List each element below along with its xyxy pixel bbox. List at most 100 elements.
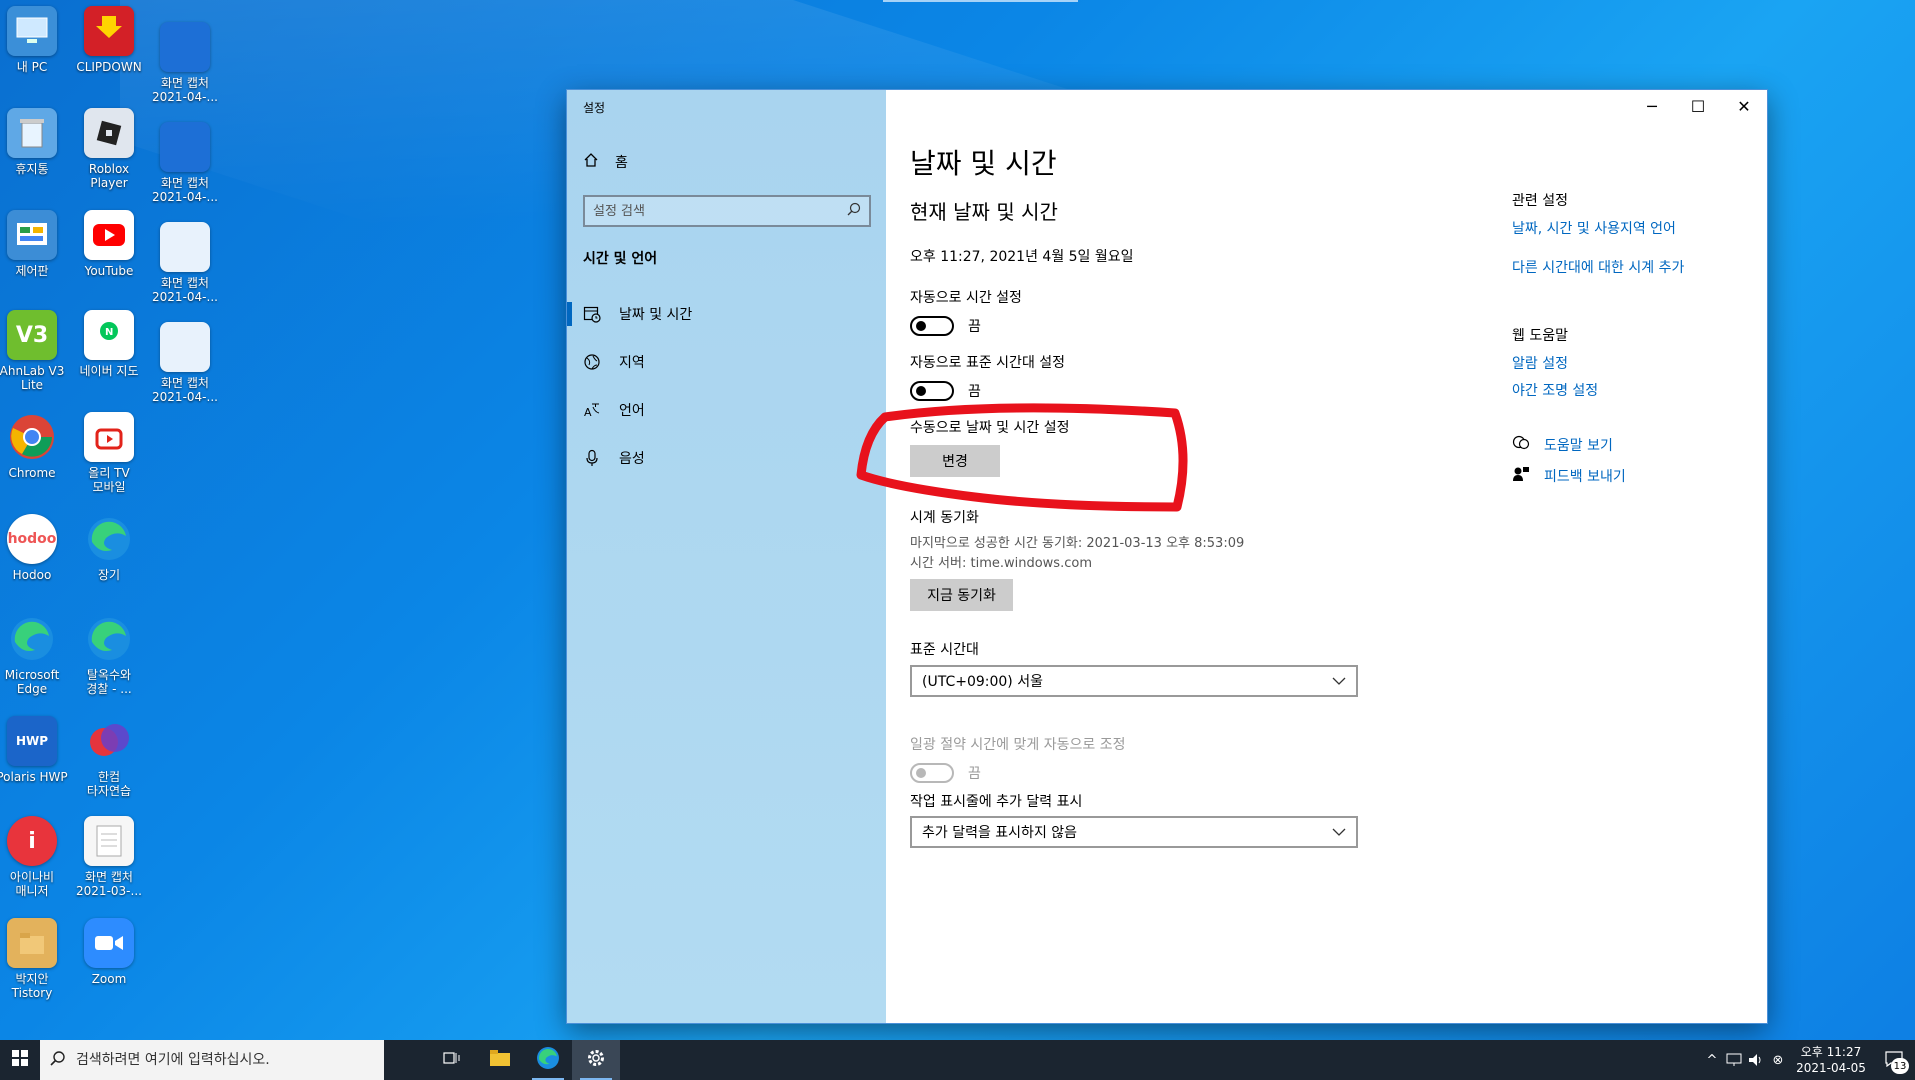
close-icon: ✕ — [1737, 96, 1751, 116]
nav-item-region[interactable]: 지역 — [567, 338, 886, 386]
additional-calendar-dropdown[interactable]: 추가 달력을 표시하지 않음 — [910, 816, 1358, 848]
desktop-icon-jailbreak[interactable]: 탈옥수와 경찰 - ... — [73, 614, 145, 710]
desktop-icon-hodoo[interactable]: hodoo Hodoo — [0, 514, 68, 610]
dst-label: 일광 절약 시간에 맞게 자동으로 조정 — [910, 737, 1126, 753]
notification-center-button[interactable]: 13 — [1873, 1040, 1915, 1080]
timezone-label: 표준 시간대 — [910, 642, 979, 658]
auto-timezone-label: 자동으로 표준 시간대 설정 — [910, 355, 1066, 371]
taskbar-search-input[interactable] — [76, 1052, 366, 1068]
desktop-icon-capture-5[interactable]: 화면 캡처 2021-03-... — [73, 816, 145, 912]
current-date-time-value: 오후 11:27, 2021년 4월 5일 월요일 — [910, 249, 1134, 265]
desktop-icon-polaris-hwp[interactable]: HWP Polaris HWP — [0, 716, 68, 812]
taskbar-search-box[interactable] — [40, 1040, 384, 1080]
nav-item-speech[interactable]: 음성 — [567, 434, 886, 482]
nav-item-date-time[interactable]: 날짜 및 시간 — [567, 290, 886, 338]
start-button[interactable] — [0, 1040, 40, 1080]
desktop-icon-recycle-bin[interactable]: 휴지통 — [0, 108, 68, 204]
desktop-icon-capture-1[interactable]: 화면 캡처 2021-04-... — [149, 22, 221, 118]
time-server-text: 시간 서버: time.windows.com — [910, 556, 1092, 571]
send-feedback-link[interactable]: 피드백 보내기 — [1512, 466, 1626, 486]
get-help-link[interactable]: 도움말 보기 — [1512, 435, 1613, 455]
auto-timezone-row: 끔 — [910, 381, 981, 401]
language-icon: A — [583, 401, 601, 419]
desktop-icon-zoom[interactable]: Zoom — [73, 918, 145, 1014]
blocked-icon[interactable]: ⊗ — [1767, 1053, 1789, 1068]
settings-search-box[interactable] — [583, 195, 871, 227]
icon-label: AhnLab V3 Lite — [0, 364, 65, 392]
taskbar-settings[interactable] — [572, 1040, 620, 1080]
chevron-up-icon[interactable]: ^ — [1701, 1053, 1723, 1068]
related-link-add-clocks[interactable]: 다른 시간대에 대한 시계 추가 — [1512, 257, 1684, 277]
desktop-icon-capture-3[interactable]: 화면 캡처 2021-04-... — [149, 222, 221, 318]
zoom-icon — [84, 918, 134, 968]
hwp-icon: HWP — [7, 716, 57, 766]
desktop-icon-youtube[interactable]: YouTube — [73, 210, 145, 306]
icon-label: CLIPDOWN — [76, 60, 142, 74]
desktop-icon-naver-map[interactable]: N 네이버 지도 — [73, 310, 145, 406]
nav-item-language[interactable]: A 언어 — [567, 386, 886, 434]
maximize-icon: ☐ — [1690, 96, 1706, 116]
help-link-night-light[interactable]: 야간 조명 설정 — [1512, 380, 1598, 400]
desktop-icon-edge[interactable]: Microsoft Edge — [0, 614, 68, 710]
desktop-icon-chrome[interactable]: Chrome — [0, 412, 68, 508]
recycle-bin-icon — [7, 108, 57, 158]
auto-time-row: 끔 — [910, 316, 981, 336]
help-link-alarm[interactable]: 알람 설정 — [1512, 353, 1568, 373]
desktop-icon-capture-2[interactable]: 화면 캡처 2021-04-... — [149, 122, 221, 218]
dst-row: 끔 — [910, 763, 981, 783]
auto-time-toggle[interactable] — [910, 316, 954, 336]
window-title: 설정 — [583, 101, 606, 115]
screenshot-file-icon — [160, 222, 210, 272]
network-icon[interactable] — [1723, 1053, 1745, 1067]
taskbar-file-explorer[interactable] — [476, 1040, 524, 1080]
desktop-icon-olleh-tv[interactable]: 올리 TV 모바일 — [73, 412, 145, 508]
search-icon — [847, 202, 861, 220]
task-view-button[interactable] — [428, 1040, 476, 1080]
sync-clock-label: 시계 동기화 — [910, 510, 979, 526]
maximize-button[interactable]: ☐ — [1675, 90, 1721, 122]
desktop-icon-roblox[interactable]: Roblox Player — [73, 108, 145, 204]
taskbar-edge[interactable] — [524, 1040, 572, 1080]
svg-text:A: A — [584, 406, 592, 419]
desktop-icon-clipdown[interactable]: CLIPDOWN — [73, 6, 145, 102]
volume-icon[interactable] — [1745, 1053, 1767, 1067]
desktop-icon-capture-4[interactable]: 화면 캡처 2021-04-... — [149, 322, 221, 418]
icon-label: Roblox Player — [88, 162, 130, 190]
settings-sidebar: 설정 홈 시간 및 언어 날짜 및 시간 — [567, 90, 886, 1023]
desktop-icon-tistory[interactable]: 박지안 Tistory — [0, 918, 68, 1014]
edge-icon — [7, 614, 57, 664]
edge-icon — [84, 514, 134, 564]
sync-now-button[interactable]: 지금 동기화 — [910, 579, 1013, 611]
clock-date: 2021-04-05 — [1796, 1061, 1866, 1075]
icon-label: Hodoo — [12, 568, 52, 582]
roblox-icon — [84, 108, 134, 158]
related-link-region-language[interactable]: 날짜, 시간 및 사용지역 언어 — [1512, 218, 1676, 238]
minimize-button[interactable]: ─ — [1629, 90, 1675, 122]
icon-label: 한컴 타자연습 — [86, 770, 132, 798]
toggle-state: 끔 — [968, 384, 981, 400]
desktop-icon-my-pc[interactable]: 내 PC — [0, 6, 68, 102]
desktop-icon-hancom-typing[interactable]: 한컴 타자연습 — [73, 716, 145, 812]
auto-timezone-toggle[interactable] — [910, 381, 954, 401]
nav-label: 언어 — [619, 403, 645, 419]
manual-time-label: 수동으로 날짜 및 시간 설정 — [910, 420, 1070, 436]
dst-toggle[interactable] — [910, 763, 954, 783]
change-button[interactable]: 변경 — [910, 445, 1000, 477]
timezone-dropdown[interactable]: (UTC+09:00) 서울 — [910, 665, 1358, 697]
last-sync-text: 마지막으로 성공한 시간 동기화: 2021-03-13 오후 8:53:09 — [910, 536, 1245, 551]
desktop-icon-control-panel[interactable]: 제어판 — [0, 210, 68, 306]
desktop-icon-janggi[interactable]: 장기 — [73, 514, 145, 610]
icon-label: Zoom — [91, 972, 127, 986]
desktop-icon-ahnlab[interactable]: V3 AhnLab V3 Lite — [0, 310, 68, 406]
icon-label: 올리 TV 모바일 — [88, 466, 130, 494]
settings-search-input[interactable] — [593, 203, 833, 219]
icon-label: 제어판 — [15, 264, 49, 278]
edge-icon — [536, 1046, 560, 1074]
close-button[interactable]: ✕ — [1721, 90, 1767, 122]
home-nav-item[interactable]: 홈 — [583, 152, 628, 172]
icon-label: 화면 캡처 2021-04-... — [152, 176, 218, 204]
desktop-icon-inavi[interactable]: i 아이나비 매니저 — [0, 816, 68, 912]
icon-label: Chrome — [8, 466, 56, 480]
icon-label: 내 PC — [16, 60, 48, 74]
taskbar-clock[interactable]: 오후 11:27 2021-04-05 — [1789, 1044, 1873, 1076]
